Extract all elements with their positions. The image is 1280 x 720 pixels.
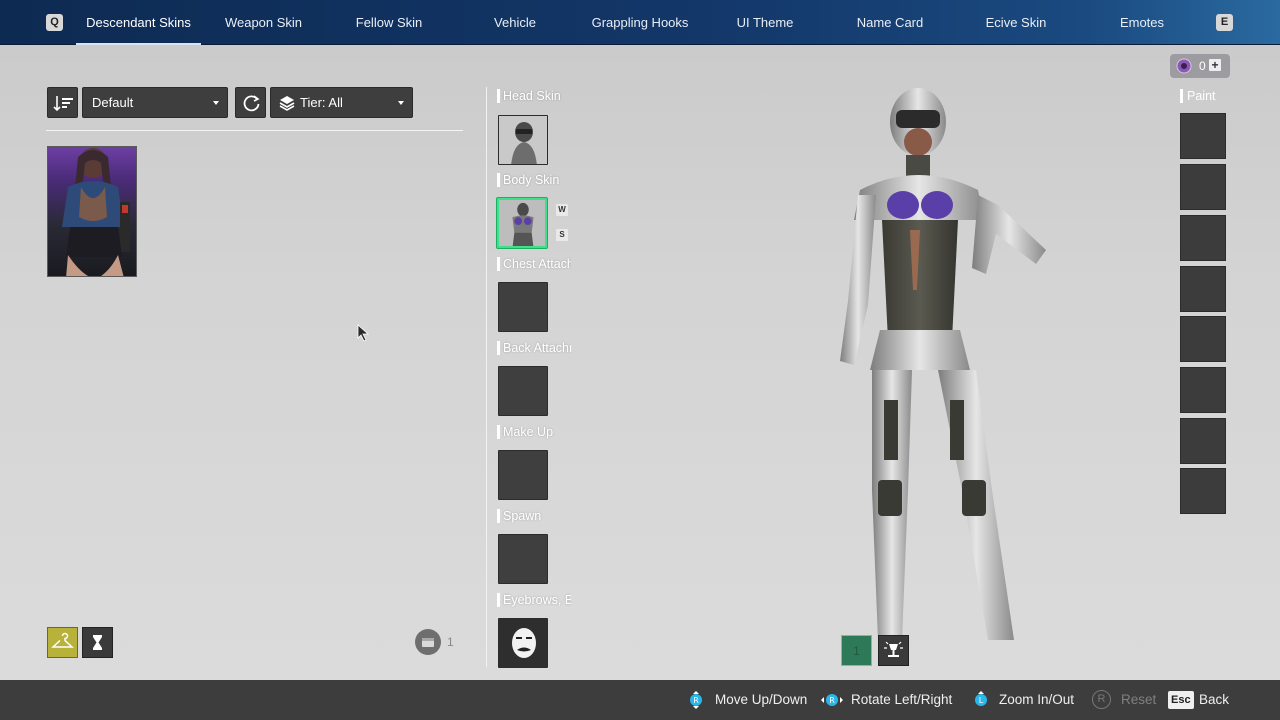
skin-thumbnail-image bbox=[62, 148, 130, 276]
slot-label-chest-attachment: Chest Attachment bbox=[497, 256, 571, 272]
head-skin-thumbnail bbox=[499, 116, 547, 164]
limited-time-toggle[interactable] bbox=[82, 627, 113, 658]
right-stick-vertical-icon: R bbox=[690, 691, 702, 709]
paint-slot-2[interactable] bbox=[1180, 164, 1226, 210]
hint-zoom-in-out: Zoom In/Out bbox=[999, 692, 1075, 707]
paint-slot-5[interactable] bbox=[1180, 316, 1226, 362]
svg-text:R: R bbox=[693, 696, 699, 705]
tab-vehicle[interactable]: Vehicle bbox=[457, 0, 573, 45]
face-mustache-icon bbox=[499, 619, 547, 667]
lamp-icon bbox=[884, 641, 903, 657]
chevron-down-icon bbox=[213, 101, 219, 105]
hint-rotate-left-right: Rotate Left/Right bbox=[851, 692, 953, 707]
chevron-down-icon bbox=[398, 101, 404, 105]
sort-icon bbox=[53, 96, 73, 112]
tag-skill: S bbox=[556, 229, 568, 241]
paint-label: Paint bbox=[1180, 88, 1216, 104]
skin-card-selected[interactable] bbox=[47, 146, 137, 277]
tab-ui-theme[interactable]: UI Theme bbox=[707, 0, 823, 45]
tag-weapon: W bbox=[556, 204, 568, 216]
slot-head-skin[interactable] bbox=[498, 115, 548, 165]
layers-icon bbox=[279, 96, 295, 111]
character-preview-model[interactable] bbox=[800, 80, 1080, 680]
preview-slot-button[interactable]: 1 bbox=[841, 635, 872, 666]
tab-fellow-skin[interactable]: Fellow Skin bbox=[331, 0, 447, 45]
owned-skins-toggle[interactable] bbox=[47, 627, 78, 658]
paint-slot-4[interactable] bbox=[1180, 266, 1226, 312]
slot-column-divider bbox=[486, 87, 487, 667]
sort-order-button[interactable] bbox=[47, 87, 78, 118]
mouse-cursor-icon bbox=[357, 324, 371, 347]
hanger-icon bbox=[51, 632, 74, 648]
esc-key-badge: Esc bbox=[1168, 691, 1194, 709]
right-stick-horizontal-icon: R bbox=[821, 694, 843, 706]
slot-chest-attachment[interactable] bbox=[498, 282, 548, 332]
tab-weapon-skin[interactable]: Weapon Skin bbox=[206, 0, 321, 45]
tab-name-card[interactable]: Name Card bbox=[832, 0, 948, 45]
storage-box-icon bbox=[415, 629, 441, 655]
preview-slot-number: 1 bbox=[853, 644, 860, 658]
hint-move-up-down: Move Up/Down bbox=[715, 692, 808, 707]
currency-amount: 0 bbox=[1199, 59, 1206, 73]
slot-eyebrows-beard[interactable] bbox=[498, 618, 548, 668]
tab-emotes[interactable]: Emotes bbox=[1110, 0, 1174, 45]
tab-grappling-hooks[interactable]: Grappling Hooks bbox=[580, 0, 700, 45]
paint-slot-7[interactable] bbox=[1180, 418, 1226, 464]
paint-slot-3[interactable] bbox=[1180, 215, 1226, 261]
paint-slot-6[interactable] bbox=[1180, 367, 1226, 413]
prev-tab-key[interactable]: Q bbox=[46, 14, 63, 31]
back-button[interactable]: Back bbox=[1199, 680, 1229, 720]
slot-make-up[interactable] bbox=[498, 450, 548, 500]
lighting-toggle-button[interactable] bbox=[878, 635, 909, 666]
currency-coin-icon bbox=[1176, 58, 1192, 74]
next-tab-key[interactable]: E bbox=[1216, 14, 1233, 31]
slot-body-skin[interactable] bbox=[497, 198, 547, 248]
slot-spawn[interactable] bbox=[498, 534, 548, 584]
top-navigation-bar: Q Descendant Skins Weapon Skin Fellow Sk… bbox=[0, 0, 1280, 45]
slot-label-spawn: Spawn bbox=[497, 508, 571, 524]
slot-label-eyebrows-beard: Eyebrows, Beard bbox=[497, 592, 571, 608]
hourglass-icon bbox=[93, 635, 102, 650]
body-skin-thumbnail bbox=[499, 200, 545, 246]
slot-label-make-up: Make Up bbox=[497, 424, 571, 440]
sort-dropdown-value: Default bbox=[92, 95, 134, 110]
owned-count: 1 bbox=[447, 635, 454, 649]
reset-filter-button[interactable] bbox=[235, 87, 266, 118]
tier-dropdown-value: Tier: All bbox=[300, 95, 343, 110]
reset-camera-button[interactable]: Reset bbox=[1121, 680, 1156, 720]
slot-back-attachment[interactable] bbox=[498, 366, 548, 416]
add-currency-button[interactable]: + bbox=[1209, 59, 1221, 71]
slot-label-back-attachment: Back Attachment bbox=[497, 340, 571, 356]
svg-text:R: R bbox=[829, 696, 835, 705]
reset-key-badge: R bbox=[1092, 690, 1111, 709]
bottom-hint-bar: R Move Up/Down R Rotate Left/Right L Zoo… bbox=[0, 680, 1280, 720]
tab-descendant-skins[interactable]: Descendant Skins bbox=[76, 0, 201, 45]
paint-slot-1[interactable] bbox=[1180, 113, 1226, 159]
svg-text:L: L bbox=[979, 696, 984, 705]
sort-dropdown[interactable]: Default bbox=[82, 87, 228, 118]
slot-label-head-skin: Head Skin bbox=[497, 88, 571, 104]
slot-label-body-skin: Body Skin bbox=[497, 172, 571, 188]
filter-divider bbox=[46, 130, 463, 131]
currency-display[interactable]: 0 + bbox=[1170, 54, 1230, 78]
paint-slot-8[interactable] bbox=[1180, 468, 1226, 514]
refresh-icon bbox=[243, 95, 260, 112]
tier-dropdown[interactable]: Tier: All bbox=[270, 87, 413, 118]
tab-ecive-skin[interactable]: Ecive Skin bbox=[958, 0, 1074, 45]
stick-zoom-icon: L bbox=[975, 691, 987, 706]
